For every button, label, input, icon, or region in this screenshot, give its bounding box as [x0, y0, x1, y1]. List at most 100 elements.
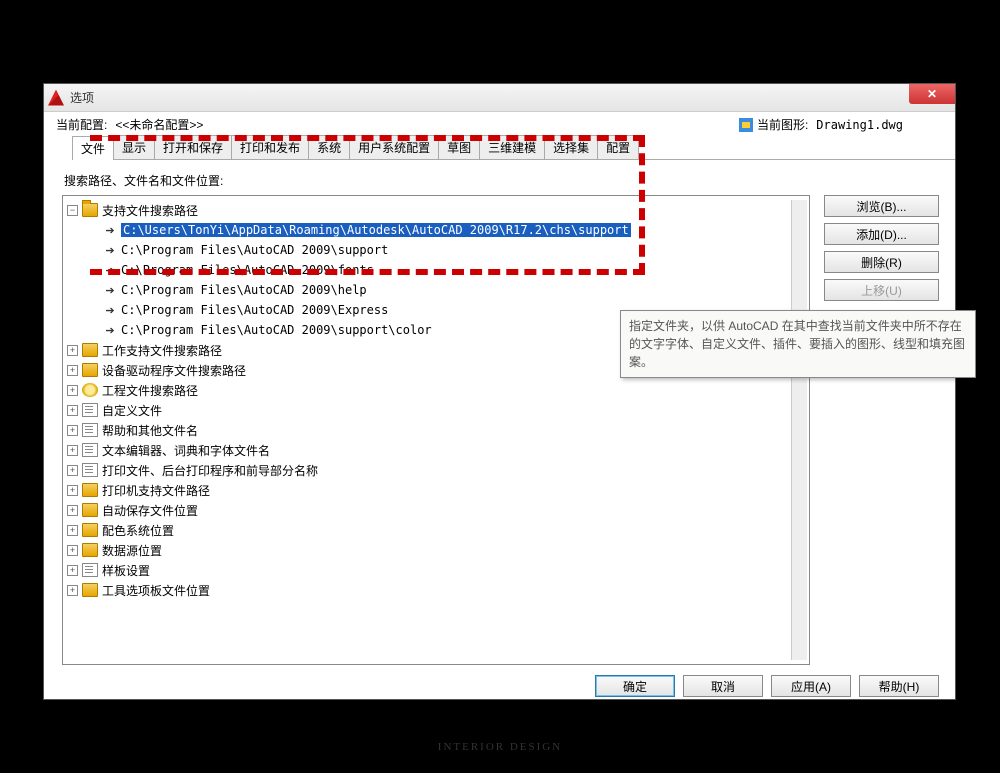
tree-path-selected: C:\Users\TonYi\AppData\Roaming\Autodesk\… — [121, 223, 631, 237]
tooltip: 指定文件夹，以供 AutoCAD 在其中查找当前文件夹中所不存在的文字字体、自定… — [620, 310, 976, 378]
folder-icon — [82, 343, 98, 357]
expand-icon[interactable]: + — [67, 345, 78, 356]
tree-label: 帮助和其他文件名 — [102, 422, 198, 439]
header-row: 当前配置: <<未命名配置>> 当前图形: Drawing1.dwg — [44, 112, 955, 135]
tree-label: 设备驱动程序文件搜索路径 — [102, 362, 246, 379]
tree-path-item[interactable]: ➔ C:\Program Files\AutoCAD 2009\fonts — [65, 260, 791, 280]
tab-strip: 文件 显示 打开和保存 打印和发布 系统 用户系统配置 草图 三维建模 选择集 … — [72, 135, 955, 160]
expand-icon[interactable]: + — [67, 525, 78, 536]
help-button[interactable]: 帮助(H) — [859, 675, 939, 697]
tree-path: C:\Program Files\AutoCAD 2009\fonts — [121, 263, 374, 277]
add-button[interactable]: 添加(D)... — [824, 223, 939, 245]
tree-path: C:\Program Files\AutoCAD 2009\support\co… — [121, 323, 432, 337]
browse-button[interactable]: 浏览(B)... — [824, 195, 939, 217]
expand-icon[interactable]: + — [67, 465, 78, 476]
profile-label: 当前配置: — [56, 116, 107, 133]
tab-drafting[interactable]: 草图 — [438, 135, 480, 159]
expand-icon[interactable]: + — [67, 545, 78, 556]
folder-icon — [82, 523, 98, 537]
moveup-button: 上移(U) — [824, 279, 939, 301]
tree-label: 支持文件搜索路径 — [102, 202, 198, 219]
tab-3d[interactable]: 三维建模 — [479, 135, 545, 159]
tree-item[interactable]: + 帮助和其他文件名 — [65, 420, 791, 440]
arrow-icon: ➔ — [101, 264, 119, 277]
arrow-icon: ➔ — [101, 284, 119, 297]
ok-button[interactable]: 确定 — [595, 675, 675, 697]
tree-label: 打印机支持文件路径 — [102, 482, 210, 499]
file-icon — [82, 563, 98, 577]
expand-icon[interactable]: + — [67, 405, 78, 416]
tab-plot[interactable]: 打印和发布 — [231, 135, 309, 159]
file-icon — [82, 403, 98, 417]
tab-display[interactable]: 显示 — [113, 135, 155, 159]
tree-item[interactable]: + 工具选项板文件位置 — [65, 580, 791, 600]
tree-item[interactable]: + 工程文件搜索路径 — [65, 380, 791, 400]
titlebar[interactable]: 选项 ✕ — [44, 84, 955, 112]
tree-label: 工程文件搜索路径 — [102, 382, 198, 399]
tree-pane[interactable]: − 支持文件搜索路径 ➔ C:\Users\TonYi\AppData\Roam… — [62, 195, 810, 665]
engine-icon — [82, 383, 98, 397]
tree-item[interactable]: +样板设置 — [65, 560, 791, 580]
tab-files[interactable]: 文件 — [72, 136, 114, 160]
expand-icon[interactable]: + — [67, 485, 78, 496]
apply-button[interactable]: 应用(A) — [771, 675, 851, 697]
folder-icon — [82, 543, 98, 557]
tree-label: 工具选项板文件位置 — [102, 582, 210, 599]
cancel-button[interactable]: 取消 — [683, 675, 763, 697]
tab-system[interactable]: 系统 — [308, 135, 350, 159]
tree-path-item[interactable]: ➔ C:\Program Files\AutoCAD 2009\support — [65, 240, 791, 260]
tree-item[interactable]: + 打印文件、后台打印程序和前导部分名称 — [65, 460, 791, 480]
drawing-value: Drawing1.dwg — [816, 118, 903, 132]
window-title: 选项 — [70, 89, 94, 106]
tree-path: C:\Program Files\AutoCAD 2009\support — [121, 243, 388, 257]
tree-item[interactable]: + 打印机支持文件路径 — [65, 480, 791, 500]
footer: 确定 取消 应用(A) 帮助(H) — [44, 665, 955, 709]
expand-icon[interactable]: + — [67, 365, 78, 376]
folder-open-icon — [82, 203, 98, 217]
tree-label: 文本编辑器、词典和字体文件名 — [102, 442, 270, 459]
app-icon — [48, 90, 64, 106]
side-buttons: 浏览(B)... 添加(D)... 删除(R) 上移(U) — [824, 195, 939, 665]
arrow-icon: ➔ — [101, 244, 119, 257]
tree-item[interactable]: + 文本编辑器、词典和字体文件名 — [65, 440, 791, 460]
expand-icon[interactable]: + — [67, 565, 78, 576]
tree-scrollbar[interactable] — [791, 200, 807, 660]
options-dialog: 选项 ✕ 当前配置: <<未命名配置>> 当前图形: Drawing1.dwg … — [43, 83, 956, 700]
delete-button[interactable]: 删除(R) — [824, 251, 939, 273]
file-icon — [82, 423, 98, 437]
tab-open-save[interactable]: 打开和保存 — [154, 135, 232, 159]
tree-path: C:\Program Files\AutoCAD 2009\help — [121, 283, 367, 297]
tree-item[interactable]: +自定义文件 — [65, 400, 791, 420]
expand-icon[interactable]: + — [67, 385, 78, 396]
tab-profiles[interactable]: 配置 — [597, 135, 639, 159]
arrow-icon: ➔ — [101, 224, 119, 237]
tree-label: 打印文件、后台打印程序和前导部分名称 — [102, 462, 318, 479]
folder-icon — [82, 583, 98, 597]
tree-item[interactable]: +配色系统位置 — [65, 520, 791, 540]
profile-value: <<未命名配置>> — [115, 116, 203, 133]
expand-icon[interactable]: + — [67, 585, 78, 596]
folder-icon — [82, 503, 98, 517]
tree-path-item[interactable]: ➔ C:\Users\TonYi\AppData\Roaming\Autodes… — [65, 220, 791, 240]
close-button[interactable]: ✕ — [909, 84, 955, 104]
tab-selection[interactable]: 选择集 — [544, 135, 598, 159]
arrow-icon: ➔ — [101, 324, 119, 337]
tree-root-support[interactable]: − 支持文件搜索路径 — [65, 200, 791, 220]
tree-path-item[interactable]: ➔ C:\Program Files\AutoCAD 2009\help — [65, 280, 791, 300]
watermark: INTERIOR DESIGN — [0, 741, 1000, 753]
expand-icon[interactable]: + — [67, 445, 78, 456]
tree-item[interactable]: +数据源位置 — [65, 540, 791, 560]
expand-icon[interactable]: + — [67, 505, 78, 516]
collapse-icon[interactable]: − — [67, 205, 78, 216]
tab-user[interactable]: 用户系统配置 — [349, 135, 439, 159]
file-icon — [82, 463, 98, 477]
tree-label: 工作支持文件搜索路径 — [102, 342, 222, 359]
tree-label: 自动保存文件位置 — [102, 502, 198, 519]
body-label: 搜索路径、文件名和文件位置: — [64, 172, 939, 189]
tree-path: C:\Program Files\AutoCAD 2009\Express — [121, 303, 388, 317]
expand-icon[interactable]: + — [67, 425, 78, 436]
folder-icon — [82, 483, 98, 497]
arrow-icon: ➔ — [101, 304, 119, 317]
drawing-label: 当前图形: — [757, 116, 808, 133]
tree-item[interactable]: + 自动保存文件位置 — [65, 500, 791, 520]
